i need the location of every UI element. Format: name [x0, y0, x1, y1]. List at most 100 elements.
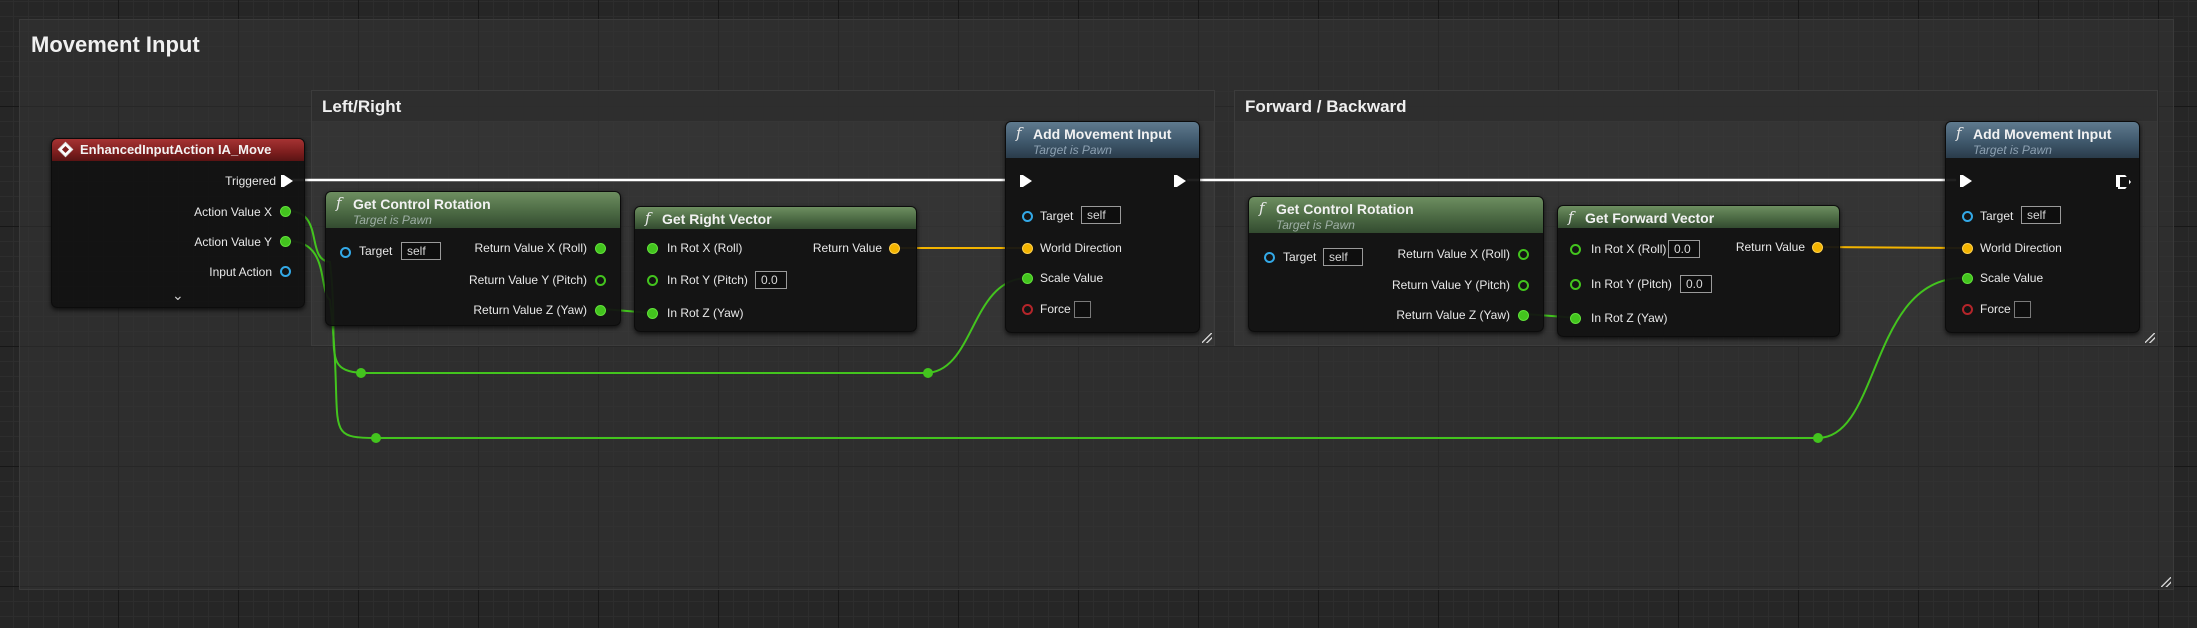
- float-input-pin[interactable]: [647, 275, 658, 286]
- node-get-control-rotation-right[interactable]: f Get Control Rotation Target is Pawn Ta…: [1248, 196, 1544, 332]
- pin-label-scale-value: Scale Value: [1040, 271, 1104, 285]
- node-title: Get Control Rotation: [353, 196, 491, 212]
- bool-input-pin[interactable]: [1962, 304, 1973, 315]
- float-input-pin[interactable]: [647, 243, 658, 254]
- float-output-pin[interactable]: [280, 206, 291, 217]
- function-icon: f: [1956, 124, 1962, 142]
- pin-label-target: Target: [1980, 209, 2014, 223]
- pin-label-in-rot-z: In Rot Z (Yaw): [1591, 311, 1668, 325]
- target-self-field[interactable]: self: [401, 242, 441, 260]
- function-icon: f: [1259, 199, 1265, 217]
- node-header: f Add Movement Input Target is Pawn: [1946, 122, 2139, 158]
- pin-label-return-y: Return Value Y (Pitch): [468, 273, 587, 287]
- exec-input-pin[interactable]: [1960, 175, 1972, 187]
- in-rot-y-field[interactable]: 0.0: [755, 271, 787, 289]
- vector-input-pin[interactable]: [1022, 243, 1033, 254]
- node-header: f Add Movement Input Target is Pawn: [1006, 122, 1199, 158]
- float-output-pin[interactable]: [595, 305, 606, 316]
- node-title: Add Movement Input: [1973, 126, 2112, 142]
- node-get-right-vector[interactable]: f Get Right Vector In Rot X (Roll) Retur…: [634, 206, 917, 332]
- pin-label-return-y: Return Value Y (Pitch): [1391, 278, 1510, 292]
- pin-label-triggered: Triggered: [225, 174, 276, 188]
- node-header: f Get Control Rotation Target is Pawn: [1249, 197, 1543, 233]
- force-checkbox[interactable]: [2014, 301, 2031, 318]
- node-get-control-rotation-left[interactable]: f Get Control Rotation Target is Pawn Ta…: [325, 191, 621, 326]
- pin-label-in-rot-y: In Rot Y (Pitch): [1591, 277, 1672, 291]
- function-icon: f: [645, 209, 651, 227]
- target-input-pin[interactable]: [340, 247, 351, 258]
- vector-output-pin[interactable]: [1812, 242, 1823, 253]
- node-header: f Get Forward Vector: [1558, 206, 1839, 228]
- node-title: Get Control Rotation: [1276, 201, 1414, 217]
- node-subtitle: Target is Pawn: [1973, 143, 2052, 157]
- node-header: f Get Control Rotation Target is Pawn: [326, 192, 620, 228]
- bool-input-pin[interactable]: [1022, 304, 1033, 315]
- pin-label-return-value: Return Value: [1735, 240, 1805, 254]
- float-output-pin[interactable]: [1518, 310, 1529, 321]
- reroute-knot: [1813, 433, 1823, 443]
- target-input-pin[interactable]: [1962, 211, 1973, 222]
- reroute-knot: [923, 368, 933, 378]
- in-rot-x-field[interactable]: 0.0: [1668, 240, 1700, 258]
- target-input-pin[interactable]: [1022, 211, 1033, 222]
- float-input-pin[interactable]: [1570, 279, 1581, 290]
- pin-label-in-rot-x: In Rot X (Roll): [1591, 242, 1667, 256]
- node-header: f Get Right Vector: [635, 207, 916, 229]
- float-output-pin[interactable]: [595, 275, 606, 286]
- node-subtitle: Target is Pawn: [353, 213, 432, 227]
- target-self-field[interactable]: self: [2021, 206, 2061, 224]
- reroute-knot: [371, 433, 381, 443]
- vector-input-pin[interactable]: [1962, 243, 1973, 254]
- pin-label-world-direction: World Direction: [1980, 241, 2062, 255]
- pin-label-return-value: Return Value: [812, 241, 882, 255]
- float-input-pin[interactable]: [1962, 273, 1973, 284]
- target-self-field[interactable]: self: [1081, 206, 1121, 224]
- float-input-pin[interactable]: [1570, 244, 1581, 255]
- vector-output-pin[interactable]: [889, 243, 900, 254]
- function-icon: f: [1016, 124, 1022, 142]
- pin-label-force: Force: [1980, 302, 2011, 316]
- function-icon: f: [1568, 208, 1574, 226]
- float-output-pin[interactable]: [1518, 280, 1529, 291]
- pin-label-world-direction: World Direction: [1040, 241, 1122, 255]
- target-self-field[interactable]: self: [1323, 248, 1363, 266]
- pin-label-target: Target: [359, 244, 393, 258]
- pin-label-in-rot-y: In Rot Y (Pitch): [667, 273, 748, 287]
- event-node-ia-move[interactable]: EnhancedInputAction IA_Move Triggered Ac…: [51, 138, 305, 308]
- pin-label-input-action: Input Action: [209, 265, 272, 279]
- exec-output-outline-icon: [2118, 175, 2131, 189]
- node-subtitle: Target is Pawn: [1033, 143, 1112, 157]
- pin-label-action-value-y: Action Value Y: [194, 235, 272, 249]
- pin-label-target: Target: [1040, 209, 1074, 223]
- in-rot-y-field[interactable]: 0.0: [1680, 275, 1712, 293]
- node-add-movement-input-right[interactable]: f Add Movement Input Target is Pawn Targ…: [1945, 121, 2140, 333]
- force-checkbox[interactable]: [1074, 301, 1091, 318]
- float-output-pin[interactable]: [280, 236, 291, 247]
- pin-label-return-x: Return Value X (Roll): [1397, 247, 1511, 261]
- target-input-pin[interactable]: [1264, 252, 1275, 263]
- node-header: EnhancedInputAction IA_Move: [52, 139, 304, 161]
- node-add-movement-input-left[interactable]: f Add Movement Input Target is Pawn Targ…: [1005, 121, 1200, 333]
- exec-output-pin[interactable]: [1174, 175, 1186, 187]
- pin-label-force: Force: [1040, 302, 1071, 316]
- float-input-pin[interactable]: [1570, 313, 1581, 324]
- pin-label-in-rot-z: In Rot Z (Yaw): [667, 306, 744, 320]
- exec-output-pin[interactable]: [281, 175, 293, 187]
- node-get-forward-vector[interactable]: f Get Forward Vector In Rot X (Roll) 0.0…: [1557, 205, 1840, 337]
- float-input-pin[interactable]: [647, 308, 658, 319]
- pin-label-return-x: Return Value X (Roll): [474, 241, 588, 255]
- float-output-pin[interactable]: [1518, 249, 1529, 260]
- float-output-pin[interactable]: [595, 243, 606, 254]
- pin-label-target: Target: [1283, 250, 1317, 264]
- function-icon: f: [336, 194, 342, 212]
- pin-label-action-value-x: Action Value X: [194, 205, 272, 219]
- object-output-pin[interactable]: [280, 266, 291, 277]
- node-title: Add Movement Input: [1033, 126, 1172, 142]
- chevron-down-icon[interactable]: ⌄: [172, 287, 184, 304]
- node-title: Get Right Vector: [662, 211, 772, 227]
- node-title: Get Forward Vector: [1585, 210, 1715, 226]
- pin-label-return-z: Return Value Z (Yaw): [1396, 308, 1510, 322]
- exec-input-pin[interactable]: [1020, 175, 1032, 187]
- event-icon: [57, 141, 74, 158]
- float-input-pin[interactable]: [1022, 273, 1033, 284]
